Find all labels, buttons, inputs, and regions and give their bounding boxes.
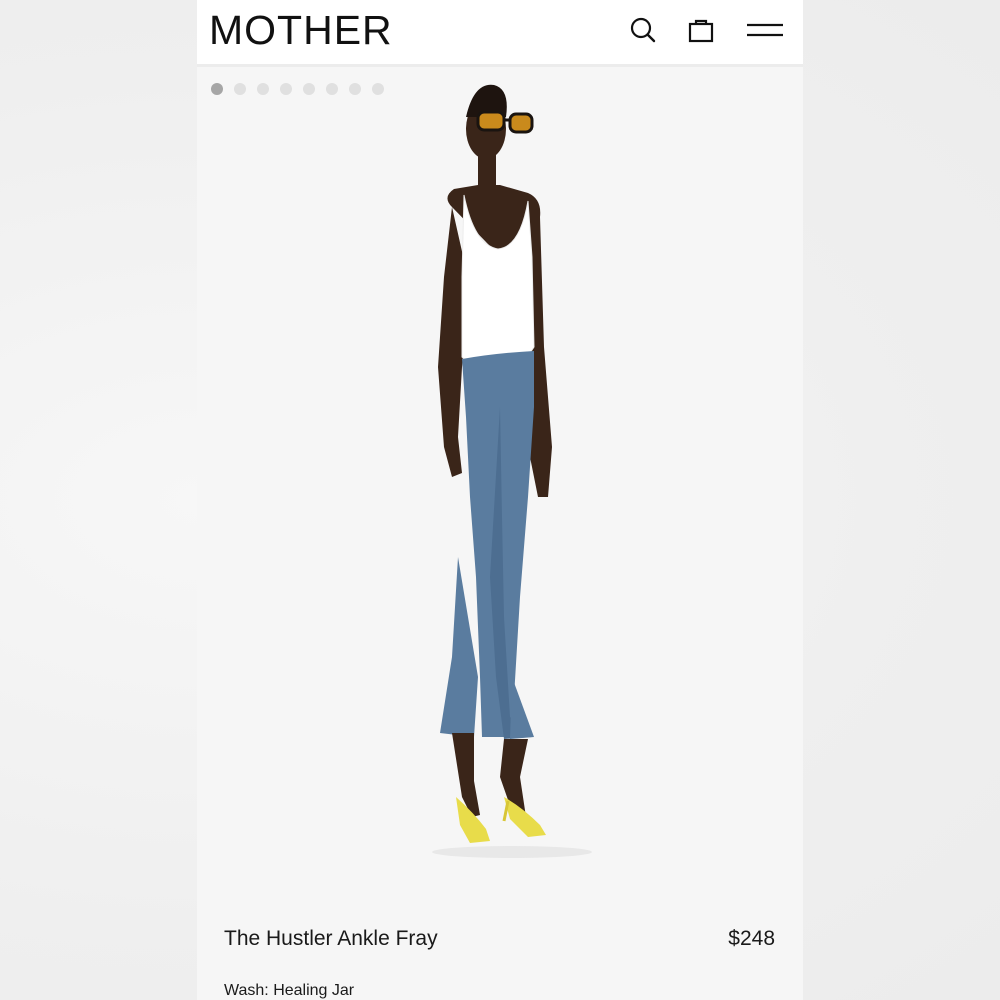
mobile-viewport: MOTHER The Hustler Ankle Fray $248 Wash:… (197, 0, 803, 1000)
cart-button[interactable] (681, 10, 721, 50)
carousel-pagination (211, 83, 384, 95)
shopping-bag-icon (688, 19, 714, 43)
carousel-dot-6[interactable] (326, 83, 338, 95)
menu-button[interactable] (745, 10, 785, 50)
wash-label: Wash: Healing Jar (224, 982, 355, 999)
product-price: $248 (728, 927, 775, 950)
carousel-dot-5[interactable] (303, 83, 315, 95)
product-photo (432, 84, 592, 858)
product-image-carousel[interactable] (197, 67, 803, 897)
carousel-dot-4[interactable] (280, 83, 292, 95)
site-header: MOTHER (197, 0, 803, 67)
carousel-dot-7[interactable] (349, 83, 361, 95)
product-info: The Hustler Ankle Fray $248 Wash: Healin… (197, 900, 803, 1000)
carousel-dot-3[interactable] (257, 83, 269, 95)
carousel-dot-1[interactable] (211, 83, 223, 95)
carousel-dot-2[interactable] (234, 83, 246, 95)
search-button[interactable] (623, 10, 663, 50)
search-icon (630, 17, 656, 43)
product-title: The Hustler Ankle Fray (224, 927, 438, 950)
brand-logo[interactable]: MOTHER (209, 6, 393, 54)
hamburger-menu-icon (747, 23, 783, 37)
